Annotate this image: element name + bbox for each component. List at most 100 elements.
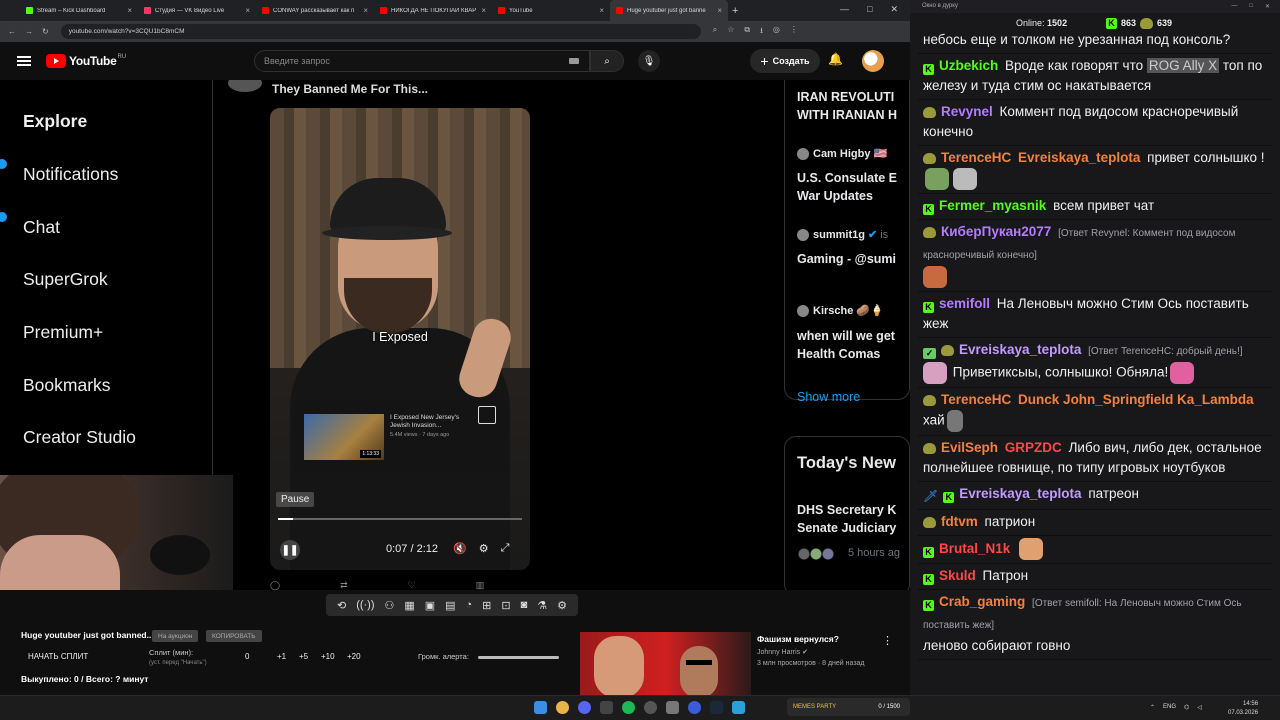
keyboard-icon[interactable] [569, 58, 579, 64]
extensions-icon[interactable]: ⧉ [744, 25, 750, 39]
volume-icon[interactable]: ◁ [1197, 704, 1202, 711]
memes-party-widget[interactable]: MEMES PARTY 0 / 1500 [787, 698, 910, 716]
app-icon[interactable] [666, 701, 679, 714]
flask-icon[interactable]: ⚗ [537, 599, 547, 612]
language-indicator[interactable]: ENG [1163, 704, 1176, 711]
mention[interactable]: Evreiskaya_teplota [1018, 150, 1140, 165]
steam-icon[interactable] [710, 701, 723, 714]
forward-icon[interactable]: → [25, 27, 33, 36]
mute-icon[interactable]: 🔇 [453, 542, 467, 555]
hamburger-menu-icon[interactable] [17, 56, 31, 66]
add-icon[interactable]: ⊞ [482, 599, 491, 612]
minimize-icon[interactable]: — [840, 4, 849, 15]
youtube-logo[interactable]: YouTube RU [46, 54, 126, 68]
create-button[interactable]: + Создать [750, 49, 820, 73]
suggested-video-title[interactable]: Фашизм вернулся? [757, 634, 839, 644]
pause-button[interactable]: ❚❚ [280, 540, 300, 560]
add-20-button[interactable]: +20 [347, 652, 361, 661]
browser-menu-icon[interactable]: ⋮ [790, 25, 798, 39]
chat-username[interactable]: Revynel [941, 104, 993, 119]
mention[interactable]: Dunck John_Springfield Ka_Lambda [1018, 392, 1254, 407]
browser-tab[interactable]: CONWAY рассказывает как п × [256, 0, 374, 21]
chat-username[interactable]: Evreiskaya_teplota [959, 486, 1081, 501]
close-tab-icon[interactable]: × [363, 6, 368, 15]
settings-gear-icon[interactable]: ⚙ [557, 599, 567, 612]
network-icon[interactable]: ⌬ [1184, 704, 1189, 711]
fit-icon[interactable]: ⊡ [501, 599, 510, 612]
chat-username[interactable]: Evreiskaya_teplota [959, 342, 1081, 357]
back-icon[interactable]: ← [8, 27, 16, 36]
notifications-bell-icon[interactable]: 🔔 [828, 52, 843, 66]
chat-username[interactable]: EvilSeph [941, 440, 998, 455]
search-button[interactable]: ⌕ [590, 50, 624, 72]
browser-tab-active[interactable]: Huge youtuber just got banne × [610, 0, 728, 21]
fullscreen-icon[interactable]: ⤢ [501, 542, 510, 555]
auction-button[interactable]: На аукцион [152, 630, 199, 642]
camera-icon[interactable]: ◙ [521, 599, 528, 611]
new-tab-icon[interactable]: + [732, 5, 738, 17]
chevron-up-icon[interactable]: ⌃ [1150, 704, 1155, 711]
clock[interactable]: 14:56 07.03.2026 [1228, 700, 1258, 718]
video-thumbnail[interactable] [580, 632, 751, 695]
gauge-icon[interactable]: ◔ [466, 599, 473, 611]
avatar[interactable] [862, 50, 884, 72]
close-tab-icon[interactable]: × [245, 6, 250, 15]
telegram-icon[interactable] [732, 701, 745, 714]
maximize-icon[interactable]: □ [1249, 3, 1253, 10]
settings-gear-icon[interactable]: ⚙ [479, 542, 489, 555]
add-10-button[interactable]: +10 [321, 652, 335, 661]
add-1-button[interactable]: +1 [277, 652, 286, 661]
close-tab-icon[interactable]: × [481, 6, 486, 15]
audio-wave-icon[interactable]: ((·)) [356, 599, 374, 611]
browser-tab[interactable]: Студия — VK Видео Live × [138, 0, 256, 21]
mention[interactable]: GRPZDC [1005, 440, 1062, 455]
progress-bar[interactable] [278, 518, 522, 520]
chat-username[interactable]: Brutal_N1k [939, 541, 1010, 556]
chat-username[interactable]: TerenceHC [941, 392, 1011, 407]
subtitles-icon[interactable]: ▤ [445, 599, 455, 612]
browser-tab[interactable]: НИКОГДА НЕ ПОКУПАЙ КВАР × [374, 0, 492, 21]
chat-username[interactable]: fdtvm [941, 514, 978, 529]
zoom-icon[interactable]: ⌕ [713, 25, 717, 39]
more-options-icon[interactable]: ⋮ [882, 634, 893, 647]
close-tab-icon[interactable]: × [599, 6, 604, 15]
channel-name[interactable]: Johnny Harris ✔ [757, 648, 808, 656]
bookmark-star-icon[interactable]: ☆ [727, 25, 734, 39]
close-tab-icon[interactable]: × [127, 6, 132, 15]
spotify-icon[interactable] [622, 701, 635, 714]
search-input[interactable]: Введите запрос [254, 50, 590, 72]
clip-icon[interactable]: ▦ [404, 599, 414, 612]
browser-tab[interactable]: Stream – Kick Dashboard × [20, 0, 138, 21]
profile-icon[interactable]: ◎ [773, 25, 780, 39]
download-icon[interactable]: ⭳ [760, 25, 763, 39]
reload-icon[interactable]: ↻ [42, 27, 49, 36]
maximize-icon[interactable]: □ [867, 4, 872, 15]
alert-volume-slider[interactable] [478, 656, 559, 659]
close-icon[interactable]: ✕ [890, 4, 898, 15]
chat-username[interactable]: Uzbekich [939, 58, 998, 73]
split-minutes-value[interactable]: 0 [245, 652, 249, 661]
close-tab-icon[interactable]: × [717, 6, 722, 15]
add-5-button[interactable]: +5 [299, 652, 308, 661]
chat-username[interactable]: КиберПукан2077 [941, 224, 1051, 239]
minimize-icon[interactable]: — [1231, 3, 1237, 10]
voice-search-button[interactable]: 🎙 [638, 50, 660, 72]
chat-username[interactable]: semifoll [939, 296, 990, 311]
url-input[interactable]: youtube.com/watch?v=3CQU1bC8mCM [60, 24, 701, 39]
recommended-video-card[interactable]: 1:13:33 I Exposed New Jersey's Jewish In… [294, 400, 508, 472]
chat-username[interactable]: Crab_gaming [939, 594, 1025, 609]
speed-icon[interactable]: ⚇ [385, 599, 395, 612]
copy-button[interactable]: КОПИРОВАТЬ [206, 630, 262, 642]
pip-icon[interactable]: ▣ [425, 599, 435, 612]
loop-icon[interactable]: ⟲ [337, 599, 346, 612]
obs-icon[interactable] [644, 701, 657, 714]
pip-icon[interactable] [478, 406, 496, 424]
browser-tab[interactable]: YouTube × [492, 0, 610, 21]
chat-username[interactable]: Skuld [939, 568, 976, 583]
app-icon[interactable] [600, 701, 613, 714]
chat-username[interactable]: Fermer_myasnik [939, 198, 1046, 213]
app-icon[interactable] [688, 701, 701, 714]
start-icon[interactable] [534, 701, 547, 714]
discord-icon[interactable] [578, 701, 591, 714]
chrome-icon[interactable] [556, 701, 569, 714]
